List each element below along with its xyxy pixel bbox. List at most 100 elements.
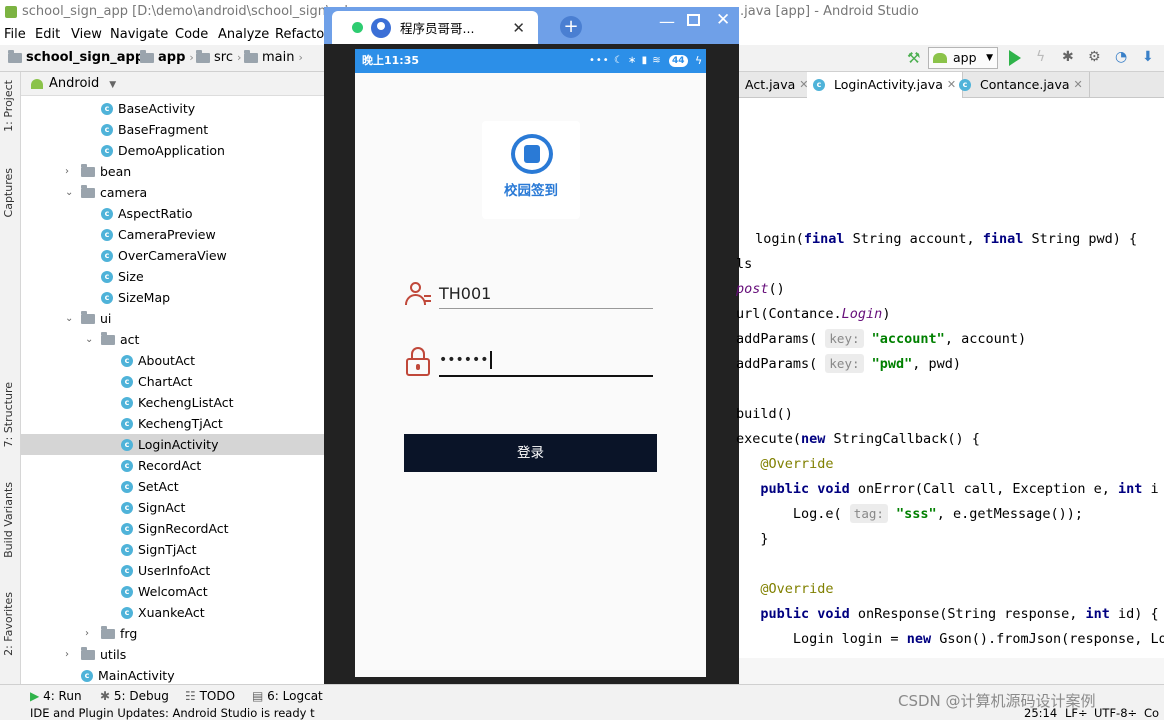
tree-expand-icon[interactable]: ›	[65, 161, 75, 182]
tree-class[interactable]: c SignTjAct	[21, 539, 324, 560]
breadcrumb-app[interactable]: app ›	[140, 45, 194, 71]
close-icon[interactable]: ✕	[512, 19, 525, 37]
code-line: login(final String account, final String…	[747, 227, 1137, 252]
tab-logcat[interactable]: ▤ 6: Logcat	[252, 685, 323, 707]
tree-class[interactable]: c AboutAct	[21, 350, 324, 371]
tree-class[interactable]: c SizeMap	[21, 287, 324, 308]
tab-captures[interactable]: Captures	[2, 168, 15, 217]
tree-class[interactable]: c ChartAct	[21, 371, 324, 392]
tab-debug[interactable]: ✱ 5: Debug	[100, 685, 169, 707]
tree-folder[interactable]: ⌄ act	[21, 329, 324, 350]
status-message[interactable]: IDE and Plugin Updates: Android Studio i…	[30, 706, 322, 720]
tree-class[interactable]: c Size	[21, 266, 324, 287]
code-token: final	[982, 231, 1024, 247]
class-icon: c	[101, 144, 113, 157]
menu-refactor[interactable]: Refactor	[275, 24, 330, 45]
code-token: , pwd)	[912, 356, 962, 372]
tree-item-label: KechengTjAct	[138, 416, 223, 431]
tab-contance-java[interactable]: c Contance.java ✕	[953, 72, 1090, 98]
tree-item-label: SignTjAct	[138, 542, 197, 557]
tree-expand-icon[interactable]: ›	[65, 644, 75, 665]
tree-folder[interactable]: › utils	[21, 644, 324, 665]
file-encoding[interactable]: UTF-8÷	[1094, 706, 1137, 720]
menu-analyze[interactable]: Analyze	[218, 24, 269, 45]
run-config-select[interactable]: app ▼	[928, 47, 998, 69]
close-icon[interactable]: ✕	[1074, 72, 1083, 98]
tree-item-label: SizeMap	[118, 290, 171, 305]
tree-folder[interactable]: ⌄ camera	[21, 182, 324, 203]
tree-expand-icon[interactable]: ⌄	[65, 182, 75, 203]
tree-class[interactable]: c CameraPreview	[21, 224, 324, 245]
folder-icon	[101, 625, 115, 639]
tree-class[interactable]: c WelcomAct	[21, 581, 324, 602]
menu-view[interactable]: View	[71, 24, 102, 45]
code-token: Login login =	[736, 631, 907, 647]
sdk-manager-icon[interactable]: ⬇	[1142, 49, 1154, 65]
breadcrumb-main[interactable]: main ›	[244, 45, 303, 71]
tab-structure[interactable]: 7: Structure	[2, 382, 15, 447]
attach-debugger-icon[interactable]: ⚙	[1088, 49, 1101, 65]
breadcrumb-project[interactable]: school_sign_app›	[8, 45, 153, 71]
code-token: ()	[768, 281, 785, 297]
tree-item-label: act	[120, 332, 140, 347]
tree-item-label: SignRecordAct	[138, 521, 229, 536]
tree-expand-icon[interactable]: ⌄	[85, 329, 95, 350]
tree-class[interactable]: c MainActivity	[21, 665, 324, 686]
tab-build-variants[interactable]: Build Variants	[2, 482, 15, 558]
tab-label: 5: Debug	[113, 689, 169, 703]
tab-favorites[interactable]: 2: Favorites	[2, 592, 15, 656]
menu-navigate[interactable]: Navigate	[110, 24, 168, 45]
tree-class[interactable]: c KechengTjAct	[21, 413, 324, 434]
password-input[interactable]: ••••••	[439, 347, 653, 377]
tree-folder[interactable]: › frg	[21, 623, 324, 644]
emulator-tab[interactable]: 程序员哥哥... ✕	[332, 11, 538, 44]
tree-folder[interactable]: › bean	[21, 161, 324, 182]
password-mask: ••••••	[439, 352, 489, 368]
build-hammer-icon[interactable]: ⚒	[907, 49, 920, 67]
login-button[interactable]: 登录	[404, 434, 657, 472]
tree-class[interactable]: c UserInfoAct	[21, 560, 324, 581]
debug-icon[interactable]: ✱	[1062, 49, 1074, 65]
window-close-icon[interactable]: ✕	[716, 10, 730, 30]
left-tool-strip: 1: Project Captures 7: Structure Build V…	[0, 72, 21, 684]
tree-class[interactable]: c XuankeAct	[21, 602, 324, 623]
tree-expand-icon[interactable]: ›	[85, 623, 95, 644]
project-view-label: Android	[49, 76, 100, 91]
code-line: addParams( key: "account", account)	[736, 327, 1026, 352]
minimize-icon[interactable]: —	[659, 12, 675, 31]
apply-changes-icon[interactable]: ϟ	[1036, 49, 1045, 65]
code-token: final	[803, 231, 845, 247]
tree-class[interactable]: c BaseActivity	[21, 98, 324, 119]
run-icon[interactable]	[1009, 50, 1021, 66]
tree-class[interactable]: c DemoApplication	[21, 140, 324, 161]
tab-act-java[interactable]: Act.java ✕	[739, 72, 816, 98]
profiler-icon[interactable]: ◔	[1115, 49, 1127, 65]
folder-icon	[101, 331, 115, 345]
account-input[interactable]: TH001	[439, 281, 653, 309]
tab-loginactivity-java[interactable]: c LoginActivity.java ✕	[807, 72, 964, 98]
tree-class[interactable]: c SignAct	[21, 497, 324, 518]
tab-label: 6: Logcat	[267, 689, 323, 703]
menu-code[interactable]: Code	[175, 24, 208, 45]
maximize-icon[interactable]	[687, 14, 700, 26]
tab-project[interactable]: 1: Project	[2, 80, 15, 132]
tree-folder[interactable]: ⌄ ui	[21, 308, 324, 329]
new-tab-icon[interactable]: +	[560, 16, 582, 38]
tree-class[interactable]: c SignRecordAct	[21, 518, 324, 539]
project-pane-header[interactable]: Android ▼	[21, 72, 324, 96]
tree-expand-icon[interactable]: ⌄	[65, 308, 75, 329]
tree-class[interactable]: c OverCameraView	[21, 245, 324, 266]
tree-class[interactable]: c BaseFragment	[21, 119, 324, 140]
menu-file[interactable]: File	[4, 24, 26, 45]
breadcrumb-src[interactable]: src ›	[196, 45, 241, 71]
tree-class[interactable]: c RecordAct	[21, 455, 324, 476]
menu-edit[interactable]: Edit	[35, 24, 60, 45]
tree-class[interactable]: c LoginActivity	[21, 434, 324, 455]
code-editor[interactable]: login(final String account, final String…	[736, 98, 1164, 658]
tab-run[interactable]: ▶ 4: Run	[30, 685, 82, 707]
tree-class[interactable]: c KechengListAct	[21, 392, 324, 413]
tree-class[interactable]: c AspectRatio	[21, 203, 324, 224]
tab-todo[interactable]: ☷ TODO	[185, 685, 235, 707]
tree-class[interactable]: c SetAct	[21, 476, 324, 497]
